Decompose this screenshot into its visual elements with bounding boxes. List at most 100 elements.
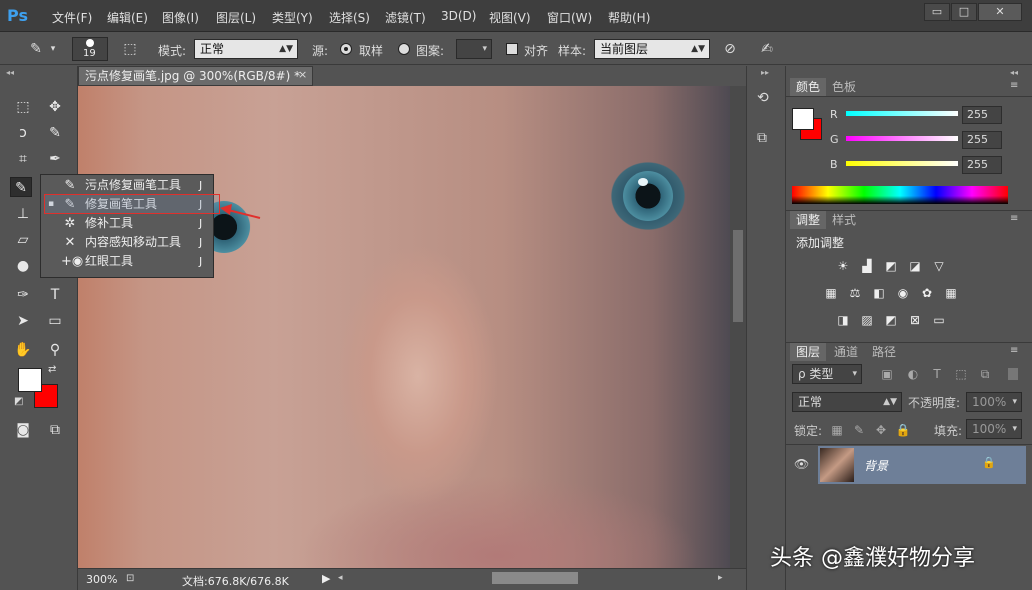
flyout-item-content-aware-move[interactable]: ✕ 内容感知移动工具 J [41,233,213,252]
menu-edit[interactable]: 编辑(E) [107,9,148,26]
visibility-eye-icon[interactable]: 👁 [794,457,809,471]
tab-adjustments[interactable]: 调整 [790,211,827,229]
filter-smart-object-icon[interactable]: ⧉ [976,366,994,382]
panel-menu-icon[interactable]: ≡ [1010,80,1018,91]
panel-menu-icon[interactable]: ≡ [1010,345,1018,356]
status-menu-arrow-icon[interactable]: ▶ [322,572,330,585]
fill-field[interactable]: 100% ▾ [966,419,1022,439]
flyout-item-red-eye[interactable]: +◉ 红眼工具 J [41,252,213,271]
healing-brush-tool-icon[interactable]: ✎ [10,177,32,197]
layer-row-background[interactable]: 背景 🔒 [818,446,1026,484]
zoom-level[interactable]: 300% [86,573,117,586]
tab-swatches[interactable]: 色板 [826,78,862,96]
brush-picker[interactable]: 19 [72,37,108,61]
vertical-scroll-thumb[interactable] [733,230,743,322]
exposure-icon[interactable]: ◪ [906,258,924,274]
foreground-color-swatch[interactable] [18,368,42,392]
scroll-left-icon[interactable]: ◂ [338,573,343,583]
document-tab[interactable]: 污点修复画笔.jpg @ 300%(RGB/8#) * [78,66,313,86]
properties-panel-icon[interactable]: ⧉ [757,130,767,146]
brightness-icon[interactable]: ☀ [834,258,852,274]
photo-filter-icon[interactable]: ◉ [894,285,912,301]
expand-icon[interactable]: ▸▸ [761,68,769,77]
align-checkbox[interactable] [506,43,518,55]
r-value[interactable]: 255 [962,106,1002,124]
menu-help[interactable]: 帮助(H) [608,9,650,26]
eyedropper-tool-icon[interactable]: ✒ [44,149,66,169]
restore-button[interactable]: □ [951,3,977,21]
path-select-tool-icon[interactable]: ➤ [12,311,34,331]
ignore-adjustment-layers-icon[interactable]: ⊘ [720,40,740,58]
lasso-tool-icon[interactable]: ↄ [12,123,34,143]
levels-icon[interactable]: ▟ [858,258,876,274]
posterize-icon[interactable]: ▨ [858,312,876,328]
panel-menu-icon[interactable]: ≡ [1010,213,1018,224]
flyout-item-spot-healing[interactable]: ✎ 污点修复画笔工具 J [41,176,213,195]
menu-file[interactable]: 文件(F) [52,9,92,26]
swap-colors-icon[interactable]: ⇄ [48,364,56,375]
hue-saturation-icon[interactable]: ▦ [822,285,840,301]
menu-window[interactable]: 窗口(W) [547,9,592,26]
lock-transparency-icon[interactable]: ▦ [828,422,846,438]
menu-3d[interactable]: 3D(D) [441,9,476,23]
brush-panel-icon[interactable]: ⬚ [120,40,140,58]
lock-pixels-icon[interactable]: ✎ [850,422,868,438]
move-tool-icon[interactable]: ✥ [44,97,66,117]
collapse-panels-icon[interactable]: ◂◂ [1010,68,1018,77]
blend-mode-dropdown[interactable]: 正常 ▲▼ [792,392,902,412]
black-white-icon[interactable]: ◧ [870,285,888,301]
history-panel-icon[interactable]: ⟲ [757,90,769,106]
tab-styles[interactable]: 样式 [826,211,862,229]
menu-type[interactable]: 类型(Y) [272,9,313,26]
foreground-color-swatch[interactable] [792,108,814,130]
layer-filter-dropdown[interactable]: ρ 类型 ▾ [792,364,862,384]
filter-pixel-icon[interactable]: ▣ [878,366,896,382]
filter-toggle[interactable] [1008,368,1018,380]
default-colors-icon[interactable]: ◩ [14,396,23,407]
pattern-picker[interactable]: ▾ [456,39,492,59]
tool-preset-chevron-icon[interactable]: ▾ [48,40,58,58]
screen-mode-icon[interactable]: ⧉ [44,420,66,440]
tab-color[interactable]: 颜色 [790,78,827,96]
quick-select-tool-icon[interactable]: ✎ [44,123,66,143]
type-tool-icon[interactable]: T [44,285,66,305]
curves-icon[interactable]: ◩ [882,258,900,274]
menu-layer[interactable]: 图层(L) [216,9,256,26]
invert-icon[interactable]: ◨ [834,312,852,328]
color-spectrum-bar[interactable] [792,186,1008,204]
tab-paths[interactable]: 路径 [866,343,902,361]
scroll-right-icon[interactable]: ▸ [718,573,723,583]
r-slider[interactable] [846,111,958,116]
selective-color-icon[interactable]: ⊠ [906,312,924,328]
lock-all-icon[interactable]: 🔒 [894,422,912,438]
b-value[interactable]: 255 [962,156,1002,174]
color-lookup-icon[interactable]: ▦ [942,285,960,301]
pressure-size-icon[interactable]: ✍ [757,40,777,58]
menu-filter[interactable]: 滤镜(T) [385,9,426,26]
vertical-scrollbar[interactable] [730,86,746,568]
menu-image[interactable]: 图像(I) [162,9,199,26]
b-slider[interactable] [846,161,958,166]
g-slider[interactable] [846,136,958,141]
close-tab-icon[interactable]: × [298,68,307,81]
menu-select[interactable]: 选择(S) [329,9,370,26]
quick-mask-icon[interactable]: ◙ [12,420,34,440]
crop-tool-icon[interactable]: ⌗ [12,149,34,169]
pattern-radio[interactable] [398,43,410,55]
hand-tool-icon[interactable]: ✋ [12,340,34,360]
threshold-icon[interactable]: ◩ [882,312,900,328]
minimize-button[interactable]: ▭ [924,3,950,21]
menu-view[interactable]: 视图(V) [489,9,531,26]
filter-shape-icon[interactable]: ⬚ [952,366,970,382]
tab-channels[interactable]: 通道 [828,343,864,361]
filter-type-icon[interactable]: T [928,366,946,382]
rectangle-tool-icon[interactable]: ▭ [44,311,66,331]
horizontal-scroll-thumb[interactable] [492,572,578,584]
vibrance-icon[interactable]: ▽ [930,258,948,274]
channel-mixer-icon[interactable]: ✿ [918,285,936,301]
flyout-item-patch[interactable]: ✲ 修补工具 J [41,214,213,233]
sample-dropdown[interactable]: 当前图层 ▲▼ [594,39,710,59]
close-button[interactable]: ✕ [978,3,1022,21]
tab-layers[interactable]: 图层 [790,343,827,361]
mode-dropdown[interactable]: 正常 ▲▼ [194,39,298,59]
